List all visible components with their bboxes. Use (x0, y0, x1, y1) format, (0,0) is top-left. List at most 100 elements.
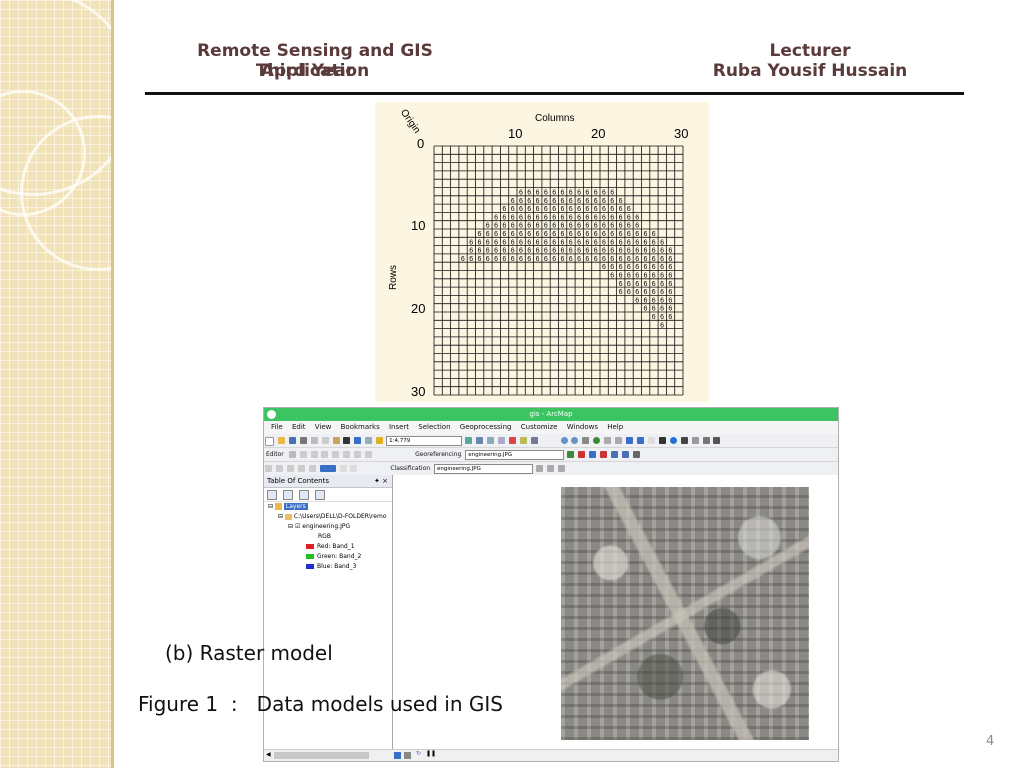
sample-manager-icon[interactable] (546, 465, 554, 472)
draw-poly-icon[interactable] (275, 465, 283, 472)
arctoolbox-icon[interactable] (508, 437, 516, 444)
toc-layers-row[interactable]: ⊟ Layers (268, 502, 308, 511)
sketch-props-icon[interactable] (354, 451, 362, 458)
print-icon[interactable] (299, 437, 307, 444)
hyperlink-icon[interactable] (680, 437, 688, 444)
cut-icon[interactable] (310, 437, 318, 444)
cell-value: 6 (619, 231, 623, 238)
menu-bookmarks[interactable]: Bookmarks (341, 423, 380, 431)
select-elements-icon[interactable] (658, 437, 666, 444)
menu-edit[interactable]: Edit (292, 423, 306, 431)
classification-layer-combo[interactable]: engineering.JPG (434, 464, 533, 474)
scale-combo[interactable]: 1:4,779 (386, 436, 463, 446)
split-icon[interactable] (321, 451, 329, 458)
horizontal-scrollbar[interactable]: ◀ ↻ ❚❚ (264, 749, 838, 761)
measure-icon[interactable] (702, 437, 710, 444)
refresh-view-icon[interactable]: ↻ (416, 750, 421, 757)
scale-raster-icon[interactable] (589, 451, 596, 458)
training-sample-icon[interactable] (535, 465, 543, 472)
georef-layer-combo[interactable]: engineering.JPG (465, 450, 565, 460)
refresh-icon[interactable] (632, 451, 640, 458)
georeferencing-menu[interactable]: Georeferencing (415, 448, 461, 461)
full-extent-icon[interactable] (593, 437, 601, 444)
attributes-icon[interactable] (343, 451, 351, 458)
forward-extent-icon[interactable] (636, 437, 644, 444)
add-data-icon[interactable] (376, 437, 384, 444)
undo-icon[interactable] (354, 437, 362, 444)
python-icon[interactable] (519, 437, 527, 444)
toc-pin-close-icon[interactable]: ✦ × (374, 475, 388, 487)
sub-caption: (b) Raster model (165, 641, 333, 665)
catalog-icon[interactable] (486, 437, 494, 444)
cell-value: 6 (660, 314, 664, 321)
table-options-icon[interactable] (350, 465, 358, 472)
delete-icon[interactable] (343, 437, 351, 444)
menu-view[interactable]: View (315, 423, 332, 431)
fixed-zoom-in-icon[interactable] (604, 437, 612, 444)
toc-raster-row[interactable]: ⊟ ☑ engineering.JPG (288, 522, 350, 531)
layout-view-icon[interactable] (394, 752, 401, 759)
collapse-icon[interactable]: ⊟ (288, 523, 293, 530)
draw-circle-icon[interactable] (286, 465, 294, 472)
table-icon[interactable] (308, 465, 316, 472)
editor-toolbar-icon[interactable] (465, 437, 473, 444)
draw-text-icon[interactable] (297, 465, 305, 472)
zoom-out-icon[interactable] (571, 437, 579, 444)
create-features-icon[interactable] (365, 451, 373, 458)
fill-color-icon[interactable] (319, 465, 336, 472)
list-by-drawing-order-icon[interactable] (267, 490, 277, 500)
rotate-icon[interactable] (332, 451, 340, 458)
histogram-icon[interactable] (557, 465, 565, 472)
classification-menu[interactable]: Classification (390, 462, 430, 475)
rotate-raster-icon[interactable] (567, 451, 575, 458)
edit-tool-icon[interactable] (288, 451, 296, 458)
identify-icon[interactable] (669, 437, 677, 444)
layers-icon (274, 503, 282, 510)
redo-icon[interactable] (365, 437, 373, 444)
model-builder-icon[interactable] (530, 437, 538, 444)
find-icon[interactable] (713, 437, 721, 444)
menu-selection[interactable]: Selection (418, 423, 450, 431)
editor-menu[interactable]: Editor (266, 448, 284, 461)
select-features-icon[interactable] (647, 437, 655, 444)
layer-visibility-checkbox[interactable]: ☑ (295, 523, 300, 530)
menu-insert[interactable]: Insert (389, 423, 409, 431)
fixed-zoom-out-icon[interactable] (615, 437, 623, 444)
back-extent-icon[interactable] (626, 437, 634, 444)
copy-icon[interactable] (321, 437, 329, 444)
list-by-source-icon[interactable] (282, 490, 293, 500)
toc-window-icon[interactable] (475, 437, 483, 444)
pan-icon[interactable] (582, 437, 590, 444)
toc-folder-row[interactable]: ⊟ C:\Users\DELL\D-FOLDER\remo (278, 512, 387, 521)
zoom-in-icon[interactable] (560, 437, 568, 444)
menu-file[interactable]: File (271, 423, 283, 431)
new-map-icon[interactable] (265, 437, 274, 446)
cell-value: 6 (577, 231, 581, 238)
scroll-thumb[interactable] (274, 752, 369, 759)
menu-windows[interactable]: Windows (567, 423, 598, 431)
open-icon[interactable] (277, 437, 285, 444)
straight-segment-icon[interactable] (299, 451, 307, 458)
pause-draw-icon[interactable]: ❚❚ (426, 750, 436, 757)
collapse-icon[interactable]: ⊟ (278, 513, 283, 520)
collapse-icon[interactable]: ⊟ (268, 503, 273, 510)
link-table-icon[interactable] (610, 451, 618, 458)
search-window-icon[interactable] (497, 437, 505, 444)
viewer-icon[interactable] (621, 451, 629, 458)
menu-geoprocessing[interactable]: Geoprocessing (460, 423, 512, 431)
html-popup-icon[interactable] (691, 437, 699, 444)
data-view-icon[interactable] (404, 752, 411, 759)
cell-value: 6 (635, 264, 639, 271)
menu-customize[interactable]: Customize (521, 423, 558, 431)
scroll-left-icon[interactable]: ◀ (266, 751, 271, 758)
add-control-points-icon[interactable] (599, 451, 607, 458)
list-by-selection-icon[interactable] (314, 490, 325, 500)
menu-help[interactable]: Help (607, 423, 623, 431)
paste-icon[interactable] (332, 437, 340, 444)
trace-icon[interactable] (310, 451, 318, 458)
list-by-visibility-icon[interactable] (298, 490, 309, 500)
draw-rect-icon[interactable] (265, 465, 272, 472)
shift-raster-icon[interactable] (578, 451, 586, 458)
save-icon[interactable] (288, 437, 296, 444)
layout-icon[interactable] (339, 465, 347, 472)
